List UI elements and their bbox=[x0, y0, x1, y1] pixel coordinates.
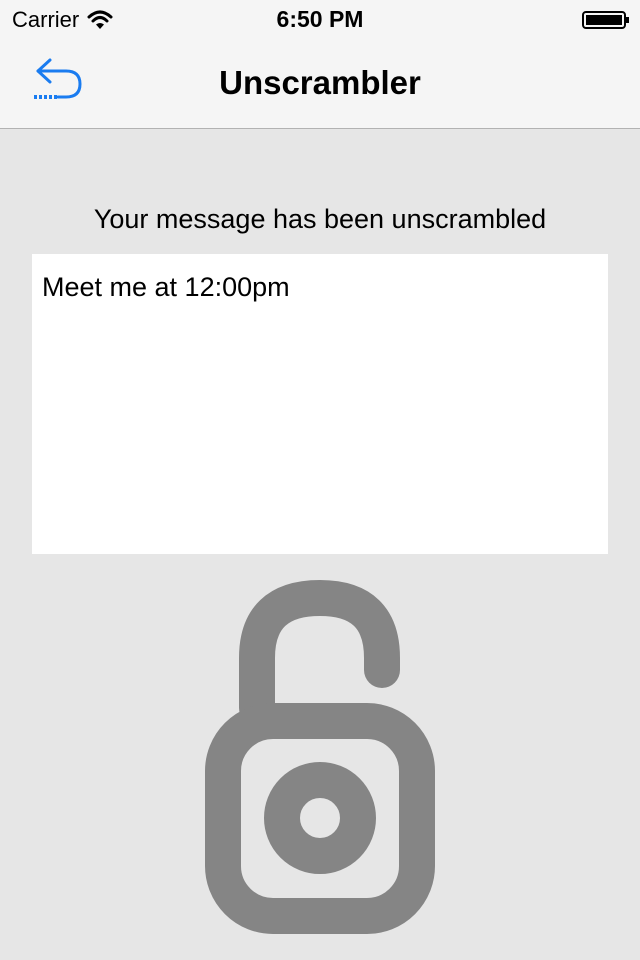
battery-icon bbox=[582, 11, 629, 29]
navigation-bar: Unscrambler bbox=[0, 40, 640, 129]
unlocked-padlock-icon bbox=[205, 579, 435, 934]
status-heading: Your message has been unscrambled bbox=[93, 204, 547, 234]
unscrambler-screen: Carrier 6:50 PM Unscrambler Your message… bbox=[0, 0, 640, 960]
message-text-view[interactable]: Meet me at 12:00pm bbox=[32, 254, 608, 554]
status-time: 6:50 PM bbox=[276, 6, 364, 32]
page-title: Unscrambler bbox=[219, 64, 421, 101]
status-bar: Carrier 6:50 PM bbox=[0, 0, 640, 40]
